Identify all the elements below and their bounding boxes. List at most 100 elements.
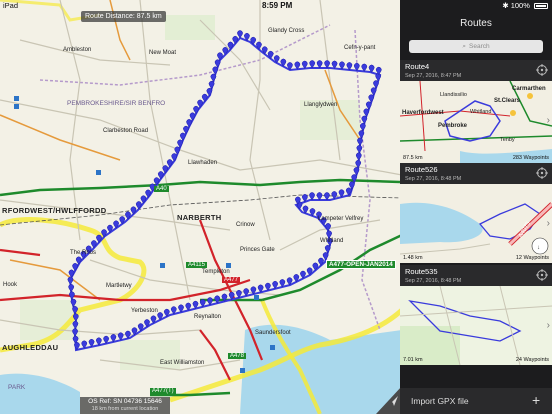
waypoint-marker[interactable] [324,245,331,254]
waypoint-marker[interactable] [75,256,82,265]
route-header: Route526 Sep 27, 2016, 8:48 PM [400,163,552,184]
chevron-right-icon: › [546,218,550,229]
crosshair-icon[interactable] [536,269,548,281]
status-bar: iPad 8:59 PM [0,0,402,12]
waypoint-marker[interactable] [68,269,75,278]
waypoint-marker[interactable] [324,192,330,201]
route-waypoints: 24 Waypoints [515,357,549,363]
thumb-label: Haverfordwest [402,110,444,116]
route-card-route526[interactable]: Route526 Sep 27, 2016, 8:48 PM ↓ A4075 › [400,163,552,263]
waypoint-marker[interactable] [370,87,377,96]
os-reference: OS Ref: SN 04736 15646 18 km from curren… [80,397,170,414]
waypoint-marker[interactable] [214,59,221,68]
route-thumbnail[interactable]: › 7.01 km 24 Waypoints [400,286,552,365]
waypoint-marker[interactable] [360,123,366,132]
route-distance-badge: Route Distance: 87.5 km [81,11,166,22]
waypoint-marker[interactable] [206,88,213,97]
waypoint-marker[interactable] [325,223,331,232]
locate-me-button[interactable] [376,386,402,414]
waypoint-marker[interactable] [356,145,363,154]
county-label: PEMBROKESHIRE/SIR BENFRO [67,100,166,107]
town-label: NARBERTH [177,213,222,222]
place-label: Saundersfoot [255,330,291,336]
waypoint-marker[interactable] [316,60,323,69]
thumb-label: Carmarthen [512,86,546,92]
waypoint-marker[interactable] [355,152,362,161]
place-label: The Rhos [70,250,97,256]
bluetooth-icon: ✱ [502,1,509,10]
place-label: Llanglydwen [304,102,338,108]
battery-icon [534,3,548,10]
import-bar: Import GPX file + [400,388,552,414]
waypoint-marker[interactable] [373,80,379,89]
waypoint-marker[interactable] [212,66,219,75]
map-view[interactable]: iPad 8:59 PM Route Distance: 87.5 km Amb… [0,0,402,414]
waypoint-marker[interactable] [365,101,372,110]
road-badge: A478 [228,353,247,359]
waypoint-marker[interactable] [177,139,183,148]
waypoint-marker[interactable] [309,60,316,69]
os-ref-distance: 18 km from current location [91,405,159,412]
waypoint-marker[interactable] [183,125,189,135]
place-label: Crinow [236,222,255,228]
route-thumbnail[interactable]: Carmarthen St.Clears Llandissilio Haverf… [400,81,552,163]
waypoint-marker[interactable] [67,276,74,285]
waypoint-marker[interactable] [193,105,199,115]
route-distance: 7.01 km [403,357,423,363]
waypoint-marker[interactable] [208,81,215,90]
place-label: Cefn-y-pant [344,45,376,51]
route-card-route4[interactable]: Route4 Sep 27, 2016, 8:47 PM Carmarthen [400,60,552,163]
route-footer: 7.01 km 24 Waypoints [400,356,552,365]
place-label: Reynalton [194,314,222,320]
waypoint-marker[interactable] [210,73,217,82]
search-input[interactable]: ⌕ Search [409,40,543,53]
waypoint-marker[interactable] [363,108,370,117]
route-header: Route535 Sep 27, 2016, 8:48 PM [400,265,552,286]
park-label: PARK [8,384,26,391]
place-label: Martletwy [106,283,132,289]
waypoint-marker[interactable] [361,115,368,124]
import-gpx-button[interactable]: Import GPX file [411,396,469,406]
route-header: Route4 Sep 27, 2016, 8:47 PM [400,60,552,81]
waypoint-marker[interactable] [72,263,78,272]
route-name: Route526 [405,165,438,174]
routes-panel: ✱ 100% Routes ⌕ Search Route4 Sep 27, 201… [400,0,552,414]
chevron-right-icon: › [546,115,550,126]
waypoint-marker[interactable] [68,284,75,293]
waypoint-marker[interactable] [174,146,181,155]
route-waypoints: 12 Waypoints [515,255,549,261]
road-badge: A477(T) [150,388,176,394]
status-right: ✱ 100% [502,1,548,10]
thumb-label: Pembroke [438,123,468,129]
place-label: Lampeter Velfrey [318,216,364,222]
waypoint-marker[interactable] [353,167,360,176]
place-label: Hook [3,282,18,288]
waypoint-marker[interactable] [237,30,243,39]
waypoint-marker[interactable] [316,192,323,201]
waypoint-marker[interactable] [69,291,75,300]
waypoint-marker[interactable] [375,73,382,82]
place-label: Llawhaden [188,160,218,166]
route-card-route535[interactable]: Route535 Sep 27, 2016, 8:48 PM › 7.01 km… [400,265,552,365]
crosshair-icon[interactable] [536,64,548,76]
route-thumbnail[interactable]: ↓ A4075 › 1.48 km 12 Waypoints [400,184,552,263]
add-route-button[interactable]: + [532,393,540,407]
waypoint-marker[interactable] [180,132,186,141]
place-label: East Williamston [160,360,205,366]
waypoint-marker[interactable] [368,94,375,103]
place-label: New Moat [149,50,177,56]
waypoint-marker[interactable] [186,119,192,128]
road-badge: A477 [222,277,241,283]
waypoint-marker[interactable] [309,192,315,201]
route-distance: 87.5 km [403,155,423,161]
status-time: 8:59 PM [262,1,293,10]
svg-text:↓: ↓ [537,245,540,251]
crosshair-icon[interactable] [536,167,548,179]
waypoint-marker[interactable] [322,252,329,261]
waypoint-marker[interactable] [357,137,363,146]
route-date: Sep 27, 2016, 8:47 PM [405,73,462,79]
town-label: RFORDWEST/HWLFFORDD [2,206,107,215]
battery-percent: 100% [510,1,530,10]
waypoint-marker[interactable] [189,112,196,121]
search-placeholder: Search [469,43,490,50]
